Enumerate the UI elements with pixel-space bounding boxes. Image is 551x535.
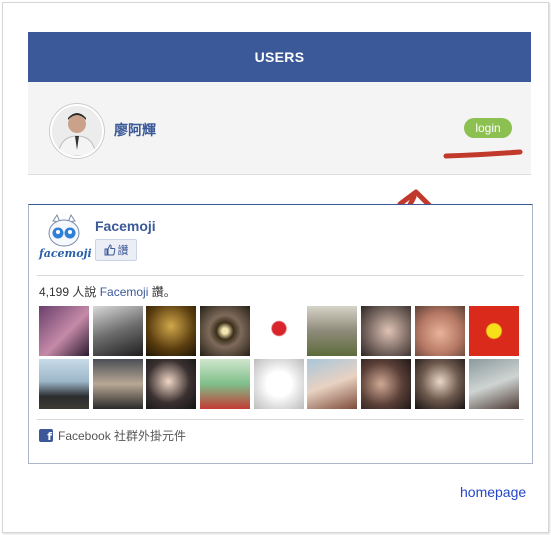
fan-avatar[interactable] xyxy=(307,359,358,409)
fan-grid xyxy=(39,306,519,409)
fan-count-suffix: 讚。 xyxy=(148,285,176,299)
fan-avatar[interactable] xyxy=(307,306,358,356)
page-name-link[interactable]: Facemoji xyxy=(95,218,156,234)
fan-avatar[interactable] xyxy=(39,359,89,409)
user-name[interactable]: 廖阿輝 xyxy=(114,120,156,140)
avatar xyxy=(50,104,104,158)
divider xyxy=(37,419,524,420)
fan-avatar[interactable] xyxy=(468,306,519,356)
fan-avatar[interactable] xyxy=(414,306,465,356)
fan-count: 4,199 人說 Facemoji 讚。 xyxy=(39,283,176,300)
fan-avatar[interactable] xyxy=(92,359,143,409)
fan-count-prefix: 4,199 人說 xyxy=(39,285,100,299)
thumbs-up-icon xyxy=(104,244,115,256)
users-title: USERS xyxy=(254,49,305,65)
facebook-like-box: facemoji Facemoji 讚 4,199 人說 Facemoji 讚。… xyxy=(28,204,533,464)
fan-avatar[interactable] xyxy=(200,306,251,356)
users-header: USERS xyxy=(28,32,531,82)
facemoji-logo[interactable]: facemoji xyxy=(39,213,92,261)
fan-avatar[interactable] xyxy=(92,306,143,356)
facebook-footer: f Facebook 社群外掛元件 xyxy=(39,427,186,444)
fan-avatar[interactable] xyxy=(253,306,304,356)
facebook-icon: f xyxy=(39,429,53,442)
fan-avatar[interactable] xyxy=(361,359,412,409)
fan-count-page-link[interactable]: Facemoji xyxy=(100,285,149,299)
login-button[interactable]: login xyxy=(464,118,512,138)
homepage-link[interactable]: homepage xyxy=(460,484,526,500)
facemoji-logo-text: facemoji xyxy=(39,247,92,260)
fan-avatar[interactable] xyxy=(253,359,304,409)
fan-avatar[interactable] xyxy=(414,359,465,409)
facebook-footer-text[interactable]: Facebook 社群外掛元件 xyxy=(58,427,186,444)
fan-avatar[interactable] xyxy=(146,359,197,409)
fan-avatar[interactable] xyxy=(361,306,412,356)
fan-avatar[interactable] xyxy=(146,306,197,356)
divider xyxy=(37,275,524,276)
user-row: 廖阿輝 login xyxy=(28,82,531,175)
fan-avatar[interactable] xyxy=(468,359,519,409)
fan-avatar[interactable] xyxy=(200,359,251,409)
like-label: 讚 xyxy=(117,245,129,257)
like-button[interactable]: 讚 xyxy=(95,239,137,261)
fan-avatar[interactable] xyxy=(39,306,89,356)
